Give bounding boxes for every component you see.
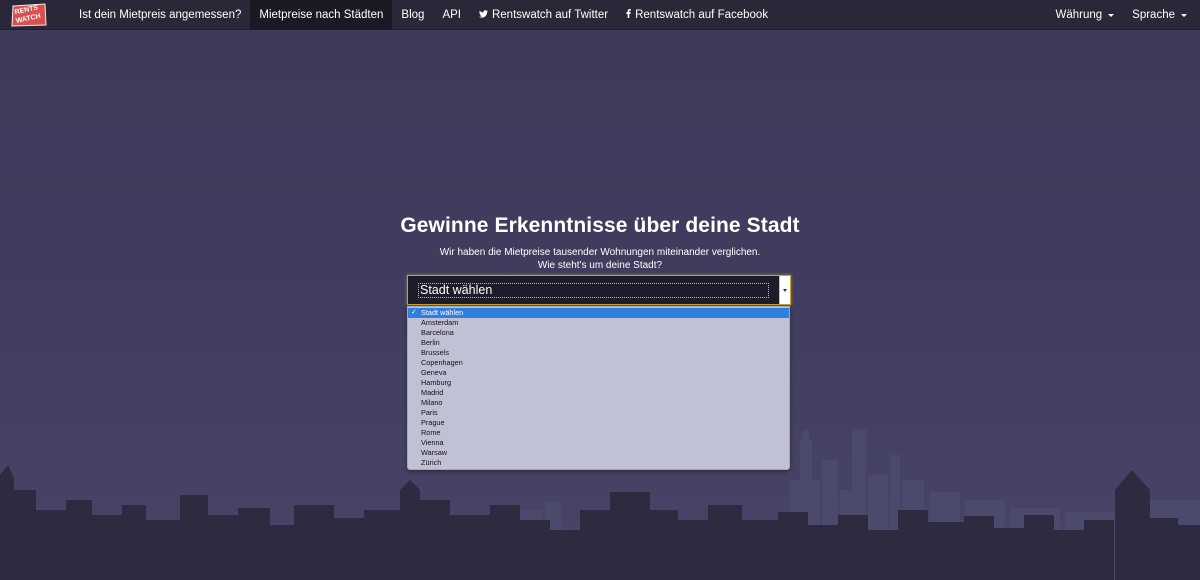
top-navbar: RENTS WATCH Ist dein Mietpreis angemesse… [0, 0, 1200, 30]
subtitle-line: Wir haben die Mietpreise tausender Wohnu… [439, 247, 761, 258]
currency-dropdown[interactable]: Währung [1046, 0, 1123, 30]
city-option[interactable]: Amsterdam [408, 318, 789, 328]
city-option-label: Warsaw [421, 448, 448, 457]
language-dropdown[interactable]: Sprache [1123, 0, 1196, 30]
nav-link-label: Rentswatch auf Twitter [491, 8, 609, 21]
caret-down-icon [1181, 13, 1187, 17]
nav-link-staedte[interactable]: Mietpreise nach Städten [250, 0, 393, 30]
city-select-value: Stadt wählen [418, 283, 769, 298]
twitter-icon [478, 0, 488, 30]
nav-link-label: Mietpreise nach Städten [259, 8, 384, 21]
rentswatch-logo[interactable]: RENTS WATCH [11, 2, 47, 27]
city-option-label: Madrid [421, 388, 444, 397]
city-option-label: Barcelona [421, 328, 454, 337]
city-option-label: Milano [421, 398, 443, 407]
city-option[interactable]: Copenhagen [408, 358, 789, 368]
city-option-label: Paris [421, 408, 438, 417]
city-option[interactable]: Geneva [408, 368, 789, 378]
city-option-label: Stadt wählen [421, 308, 464, 317]
city-option-label: Hamburg [421, 378, 452, 387]
city-option[interactable]: Zürich [408, 458, 789, 468]
city-dropdown-list: ✓ Stadt wählen Amsterdam Barcelona Berli… [407, 306, 790, 470]
currency-label: Währung [1055, 8, 1103, 21]
nav-link-facebook[interactable]: Rentswatch auf Facebook [617, 0, 777, 30]
city-select[interactable]: Stadt wählen [407, 275, 791, 305]
select-arrow-button[interactable] [779, 276, 790, 304]
city-option[interactable]: Warsaw [408, 448, 789, 458]
nav-right-group: Währung Sprache [1046, 0, 1196, 30]
city-option-label: Brussels [421, 348, 449, 357]
city-option-label: Rome [421, 428, 441, 437]
city-option[interactable]: Paris [408, 408, 789, 418]
city-option[interactable]: Rome [408, 428, 789, 438]
nav-link-label: Blog [401, 8, 425, 21]
nav-link-mietpreis[interactable]: Ist dein Mietpreis angemessen? [70, 0, 250, 30]
city-option-label: Berlin [421, 338, 440, 347]
chevron-down-icon [783, 289, 787, 292]
city-option-label: Vienna [421, 438, 444, 447]
city-option-label: Amsterdam [421, 318, 459, 327]
city-option[interactable]: Berlin [408, 338, 789, 348]
city-option[interactable]: Vienna [408, 438, 789, 448]
nav-link-label: Ist dein Mietpreis angemessen? [79, 8, 242, 21]
city-option-label: Copenhagen [421, 358, 463, 367]
city-option[interactable]: Madrid [408, 388, 789, 398]
city-option[interactable]: Prague [408, 418, 789, 428]
city-option[interactable]: Hamburg [408, 378, 789, 388]
city-option-selected[interactable]: ✓ Stadt wählen [408, 308, 789, 318]
subtitle-line: Wie steht's um deine Stadt? [537, 260, 663, 271]
city-option-label: Prague [421, 418, 445, 427]
nav-link-api[interactable]: API [433, 0, 470, 30]
city-option[interactable]: Barcelona [408, 328, 789, 338]
nav-link-blog[interactable]: Blog [392, 0, 433, 30]
nav-link-label: Rentswatch auf Facebook [635, 8, 769, 21]
checkmark-icon: ✓ [411, 309, 417, 316]
facebook-icon [626, 0, 632, 30]
city-option[interactable]: Brussels [408, 348, 789, 358]
nav-link-twitter[interactable]: Rentswatch auf Twitter [470, 0, 617, 30]
page-title: Gewinne Erkenntnisse über deine Stadt [400, 214, 800, 237]
city-option-label: Zürich [421, 458, 442, 467]
city-option[interactable]: Milano [408, 398, 789, 408]
city-option-label: Geneva [421, 368, 447, 377]
nav-link-label: API [442, 8, 461, 21]
page-subtitle: Wir haben die Mietpreise tausender Wohnu… [0, 246, 1200, 272]
caret-down-icon [1108, 13, 1115, 17]
language-label: Sprache [1132, 8, 1175, 21]
